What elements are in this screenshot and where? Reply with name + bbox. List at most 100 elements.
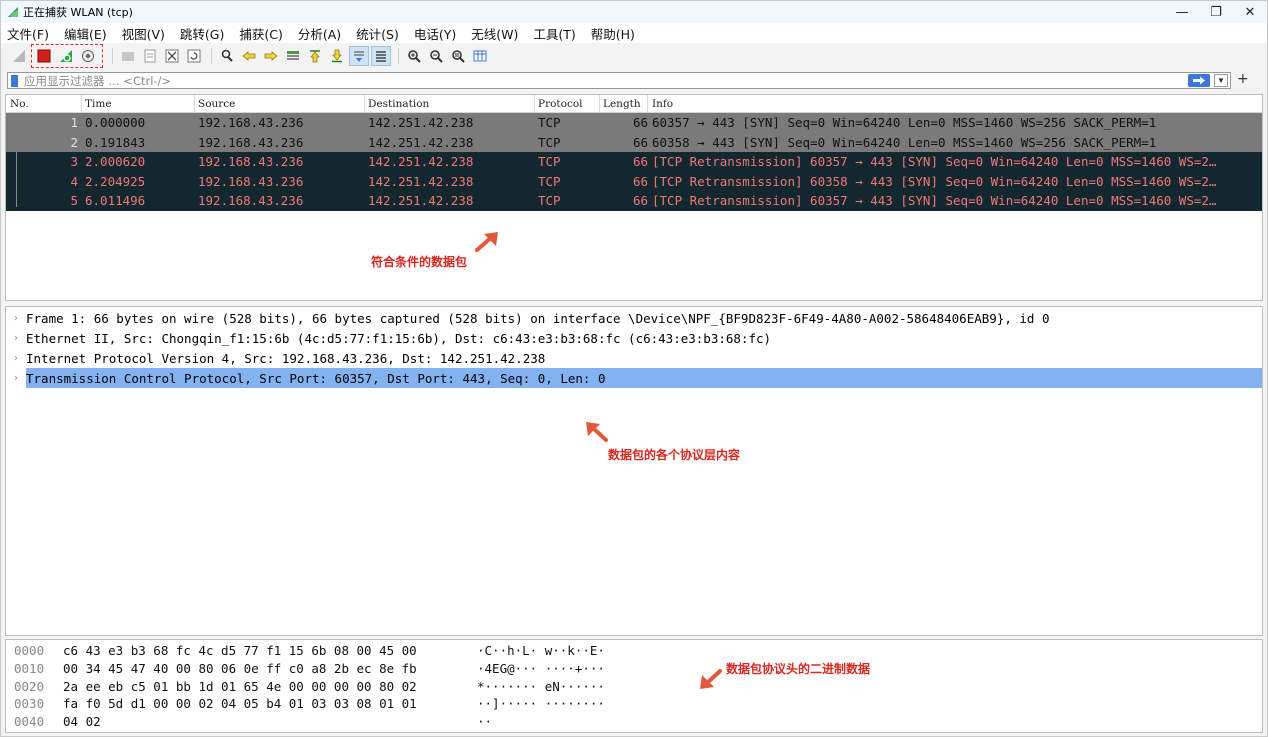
maximize-button[interactable]: ❐ bbox=[1199, 1, 1233, 23]
packet-row[interactable]: 1 0.000000 192.168.43.236 142.251.42.238… bbox=[6, 113, 1262, 133]
packet-info: [TCP Retransmission] 60357 → 443 [SYN] S… bbox=[652, 154, 1217, 170]
col-time[interactable]: Time bbox=[85, 98, 112, 110]
filter-history-dropdown[interactable]: ▼ bbox=[1214, 74, 1228, 87]
menu-wireless[interactable]: 无线(W) bbox=[471, 24, 518, 43]
go-to-packet-icon[interactable] bbox=[283, 46, 303, 66]
bytes-hex[interactable]: 04 02 bbox=[63, 714, 101, 729]
close-button[interactable]: ✕ bbox=[1233, 1, 1267, 23]
zoom-out-icon[interactable] bbox=[426, 46, 446, 66]
go-forward-icon[interactable] bbox=[261, 46, 281, 66]
chevron-right-icon[interactable]: › bbox=[6, 373, 26, 384]
menu-help[interactable]: 帮助(H) bbox=[591, 24, 635, 43]
detail-text: Transmission Control Protocol, Src Port:… bbox=[26, 370, 606, 386]
packet-bytes[interactable]: 0000 c6 43 e3 b3 68 fc 4c d5 77 f1 15 6b… bbox=[5, 639, 1263, 733]
detail-row-ethernet[interactable]: › Ethernet II, Src: Chongqin_f1:15:6b (4… bbox=[6, 329, 1262, 349]
bytes-ascii[interactable]: ·4EG@··· ····+··· bbox=[477, 661, 605, 676]
packet-info: [TCP Retransmission] 60357 → 443 [SYN] S… bbox=[652, 193, 1217, 209]
packet-info: [TCP Retransmission] 60358 → 443 [SYN] S… bbox=[652, 173, 1217, 189]
col-info[interactable]: Info bbox=[652, 98, 673, 110]
window-title: 正在捕获 WLAN (tcp) bbox=[23, 6, 133, 19]
packet-length: 66 bbox=[632, 134, 648, 150]
detail-row-ipv4[interactable]: › Internet Protocol Version 4, Src: 192.… bbox=[6, 349, 1262, 369]
packet-row[interactable]: 3 2.000620 192.168.43.236 142.251.42.238… bbox=[6, 152, 1262, 172]
packet-protocol: TCP bbox=[538, 134, 561, 150]
bytes-hex[interactable]: c6 43 e3 b3 68 fc 4c d5 77 f1 15 6b 08 0… bbox=[63, 643, 417, 658]
go-back-icon[interactable] bbox=[239, 46, 259, 66]
last-packet-icon[interactable] bbox=[327, 46, 347, 66]
bytes-ascii[interactable]: ··]····· ········ bbox=[477, 696, 605, 711]
bytes-row: 0010 00 34 45 47 40 00 80 06 0e ff c0 a8… bbox=[6, 659, 1262, 677]
col-protocol[interactable]: Protocol bbox=[538, 98, 583, 110]
normal-size-icon[interactable] bbox=[448, 46, 468, 66]
bytes-row: 0040 04 02 ·· bbox=[6, 712, 1262, 730]
packet-length: 66 bbox=[632, 193, 648, 209]
zoom-in-icon[interactable] bbox=[404, 46, 424, 66]
packet-time: 0.191843 bbox=[85, 134, 146, 150]
menu-view[interactable]: 视图(V) bbox=[122, 24, 165, 43]
bytes-hex[interactable]: 2a ee eb c5 01 bb 1d 01 65 4e 00 00 00 0… bbox=[63, 679, 417, 694]
detail-row-frame[interactable]: › Frame 1: 66 bytes on wire (528 bits), … bbox=[6, 309, 1262, 329]
start-capture-icon[interactable] bbox=[9, 46, 29, 66]
packet-row[interactable]: 5 6.011496 192.168.43.236 142.251.42.238… bbox=[6, 191, 1262, 211]
autoscroll-icon[interactable] bbox=[349, 46, 369, 66]
apply-filter-button[interactable] bbox=[1188, 74, 1210, 87]
packet-source: 192.168.43.236 bbox=[198, 115, 304, 130]
minimize-button[interactable]: — bbox=[1165, 1, 1199, 23]
bytes-ascii[interactable]: ·· bbox=[477, 714, 492, 729]
menu-bar: 文件(F) 编辑(E) 视图(V) 跳转(G) 捕获(C) 分析(A) 统计(S… bbox=[1, 23, 1267, 43]
filter-bookmark-icon[interactable] bbox=[11, 74, 18, 87]
col-length[interactable]: Length bbox=[603, 98, 641, 110]
bytes-row: 0020 2a ee eb c5 01 bb 1d 01 65 4e 00 00… bbox=[6, 677, 1262, 695]
packet-source: 192.168.43.236 bbox=[198, 173, 304, 189]
menu-capture[interactable]: 捕获(C) bbox=[239, 24, 282, 43]
detail-text: Frame 1: 66 bytes on wire (528 bits), 66… bbox=[26, 311, 1050, 327]
arrow-right-icon bbox=[1193, 76, 1205, 85]
menu-tools[interactable]: 工具(T) bbox=[533, 24, 575, 43]
menu-telephony[interactable]: 电话(Y) bbox=[414, 24, 456, 43]
bytes-row: 0030 fa f0 5d d1 00 00 02 04 05 b4 01 03… bbox=[6, 694, 1262, 712]
resize-columns-icon[interactable] bbox=[470, 46, 490, 66]
capture-controls-highlight bbox=[31, 44, 103, 68]
first-packet-icon[interactable] bbox=[305, 46, 325, 66]
stop-capture-icon[interactable] bbox=[34, 46, 54, 66]
save-file-icon[interactable] bbox=[140, 46, 160, 66]
packet-row[interactable]: 4 2.204925 192.168.43.236 142.251.42.238… bbox=[6, 171, 1262, 192]
bytes-ascii[interactable]: ·C··h·L· w··k··E· bbox=[477, 643, 605, 658]
packet-details[interactable]: › Frame 1: 66 bytes on wire (528 bits), … bbox=[5, 306, 1263, 636]
colorize-icon[interactable] bbox=[371, 46, 391, 66]
menu-go[interactable]: 跳转(G) bbox=[180, 24, 224, 43]
packet-source: 192.168.43.236 bbox=[198, 154, 304, 170]
bytes-hex[interactable]: fa f0 5d d1 00 00 02 04 05 b4 01 03 03 0… bbox=[63, 696, 417, 711]
display-filter-input[interactable]: 应用显示过滤器 … <Ctrl-/> ▼ bbox=[7, 72, 1231, 89]
packet-row[interactable]: 2 0.191843 192.168.43.236 142.251.42.238… bbox=[6, 132, 1262, 153]
menu-edit[interactable]: 编辑(E) bbox=[64, 24, 107, 43]
detail-row-tcp[interactable]: › Transmission Control Protocol, Src Por… bbox=[6, 368, 1262, 389]
menu-file[interactable]: 文件(F) bbox=[7, 24, 49, 43]
close-file-icon[interactable] bbox=[162, 46, 182, 66]
menu-statistics[interactable]: 统计(S) bbox=[356, 24, 399, 43]
chevron-right-icon[interactable]: › bbox=[6, 313, 26, 324]
restart-capture-icon[interactable] bbox=[56, 46, 76, 66]
chevron-right-icon[interactable]: › bbox=[6, 353, 26, 364]
col-no[interactable]: No. bbox=[10, 98, 29, 110]
annotation-layers: 数据包的各个协议层内容 bbox=[608, 448, 741, 462]
bytes-hex[interactable]: 00 34 45 47 40 00 80 06 0e ff c0 a8 2b e… bbox=[63, 661, 417, 676]
annotation-bytes: 数据包协议头的二进制数据 bbox=[726, 662, 871, 676]
annotation-packets: 符合条件的数据包 bbox=[371, 255, 468, 269]
packet-list[interactable]: No. Time Source Destination Protocol Len… bbox=[5, 94, 1263, 301]
bytes-ascii[interactable]: *······· eN······ bbox=[477, 679, 605, 694]
packet-destination: 142.251.42.238 bbox=[368, 193, 474, 209]
capture-options-icon[interactable] bbox=[78, 46, 98, 66]
packet-no: 1 bbox=[70, 115, 78, 130]
find-packet-icon[interactable] bbox=[217, 46, 237, 66]
col-destination[interactable]: Destination bbox=[368, 98, 429, 110]
open-file-icon[interactable] bbox=[118, 46, 138, 66]
bytes-offset: 0040 bbox=[14, 714, 45, 730]
packet-no: 2 bbox=[70, 134, 78, 150]
menu-analyze[interactable]: 分析(A) bbox=[298, 24, 341, 43]
add-filter-button[interactable]: + bbox=[1237, 71, 1249, 87]
packet-destination: 142.251.42.238 bbox=[368, 173, 474, 189]
col-source[interactable]: Source bbox=[198, 98, 235, 110]
chevron-right-icon[interactable]: › bbox=[6, 333, 26, 344]
reload-file-icon[interactable] bbox=[184, 46, 204, 66]
